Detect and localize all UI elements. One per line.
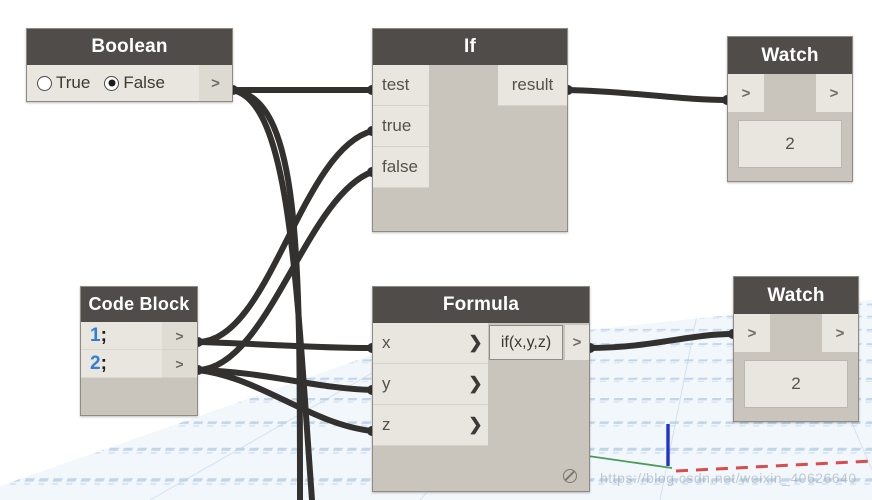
node-watch-top-header: Watch <box>728 37 852 74</box>
formula-output-port[interactable]: > <box>565 325 589 360</box>
boolean-option-false-label: False <box>123 73 165 92</box>
formula-input-x-label: x <box>382 333 391 352</box>
node-watch-top-body: > > 2 <box>728 74 852 181</box>
null-circle-slash-icon <box>563 469 577 483</box>
watch-bottom-input-port[interactable]: > <box>734 314 770 352</box>
code-block-line-2-terminator: ; <box>100 352 107 374</box>
watch-top-output-port[interactable]: > <box>816 74 852 112</box>
formula-input-z[interactable]: z <box>373 405 463 446</box>
if-output-result[interactable]: result <box>498 65 567 106</box>
watch-bottom-value-box: 2 <box>744 360 848 408</box>
if-input-test-label: test <box>382 75 410 94</box>
formula-input-z-label: z <box>382 415 391 434</box>
watch-top-input-port-glyph: > <box>741 84 751 102</box>
node-watch-bottom-title: Watch <box>767 284 825 306</box>
formula-output-port-glyph: > <box>572 334 582 351</box>
node-if-title: If <box>463 36 476 57</box>
node-if[interactable]: If test true false result <box>372 28 568 232</box>
if-input-true[interactable]: true <box>373 106 429 147</box>
watch-bottom-output-port[interactable]: > <box>822 314 858 352</box>
code-block-output-port-1-glyph: > <box>175 327 184 344</box>
formula-input-x-chevron-glyph: ❯ <box>468 333 483 352</box>
node-boolean-body: True False > <box>27 65 232 101</box>
watch-top-value-box: 2 <box>738 120 842 168</box>
code-block-output-port-2[interactable]: > <box>162 350 197 378</box>
formula-expression-input[interactable]: if(x,y,z) <box>489 325 563 360</box>
boolean-output-port[interactable]: > <box>199 65 232 101</box>
formula-input-y-label: y <box>382 374 391 393</box>
watch-top-output-port-glyph: > <box>829 84 839 102</box>
node-formula-title: Formula <box>442 294 520 315</box>
if-input-false-label: false <box>382 157 418 176</box>
watch-bottom-input-port-glyph: > <box>747 324 757 342</box>
boolean-option-true-label: True <box>56 73 91 92</box>
node-boolean[interactable]: Boolean True False > <box>26 28 233 102</box>
node-code-block-body: 1; 2; > > <box>81 322 197 415</box>
formula-input-y-chevron-glyph: ❯ <box>468 374 483 393</box>
if-input-true-label: true <box>382 116 412 135</box>
node-watch-bottom-header: Watch <box>734 277 858 314</box>
node-formula[interactable]: Formula x ❯ y ❯ z ❯ if(x,y,z) > <box>372 286 590 492</box>
code-block-line-2-number: 2 <box>90 352 101 374</box>
formula-input-y-chevron-icon[interactable]: ❯ <box>463 364 488 405</box>
node-formula-header: Formula <box>373 287 589 323</box>
if-input-false[interactable]: false <box>373 147 429 188</box>
code-block-output-port-2-glyph: > <box>175 355 184 372</box>
node-watch-top-title: Watch <box>761 44 819 66</box>
radio-checked-icon[interactable] <box>104 75 120 91</box>
node-code-block-title: Code Block <box>88 294 190 314</box>
node-watch-bottom-body: > > 2 <box>734 314 858 421</box>
watch-top-input-port[interactable]: > <box>728 74 764 112</box>
watch-bottom-value: 2 <box>791 374 801 393</box>
formula-expression-value: if(x,y,z) <box>500 333 552 351</box>
code-block-line-2[interactable]: 2; <box>81 350 162 378</box>
formula-input-x-chevron-icon[interactable]: ❯ <box>463 323 488 364</box>
boolean-option-false[interactable]: False <box>104 73 165 93</box>
code-block-line-1-number: 1 <box>90 324 101 346</box>
formula-input-z-chevron-glyph: ❯ <box>468 415 483 434</box>
if-output-result-label: result <box>511 75 554 94</box>
watch-top-value: 2 <box>785 134 795 153</box>
formula-input-x[interactable]: x <box>373 323 463 364</box>
watch-bottom-output-port-glyph: > <box>835 324 845 342</box>
formula-input-y[interactable]: y <box>373 364 463 405</box>
node-code-block-header: Code Block <box>81 287 197 322</box>
node-formula-body: x ❯ y ❯ z ❯ if(x,y,z) > <box>373 323 589 491</box>
node-watch-bottom[interactable]: Watch > > 2 <box>733 276 859 422</box>
node-boolean-title: Boolean <box>91 36 168 57</box>
node-boolean-header: Boolean <box>27 29 232 65</box>
boolean-radio-group[interactable]: True False <box>27 65 199 101</box>
boolean-option-true[interactable]: True <box>37 73 90 93</box>
dynamo-canvas[interactable]: https://blog.csdn.net/weixin_40626640 Bo… <box>0 0 872 500</box>
code-block-output-port-1[interactable]: > <box>162 322 197 350</box>
node-if-body: test true false result <box>373 65 567 231</box>
code-block-line-1[interactable]: 1; <box>81 322 162 350</box>
node-code-block[interactable]: Code Block 1; 2; > > <box>80 286 198 416</box>
radio-unchecked-icon[interactable] <box>37 75 52 91</box>
node-if-header: If <box>373 29 567 65</box>
formula-input-z-chevron-icon[interactable]: ❯ <box>463 405 488 446</box>
boolean-output-port-glyph: > <box>211 74 220 92</box>
node-watch-top[interactable]: Watch > > 2 <box>727 36 853 182</box>
code-block-line-1-terminator: ; <box>100 324 107 346</box>
watermark-text: https://blog.csdn.net/weixin_40626640 <box>600 470 857 486</box>
if-input-test[interactable]: test <box>373 65 429 106</box>
